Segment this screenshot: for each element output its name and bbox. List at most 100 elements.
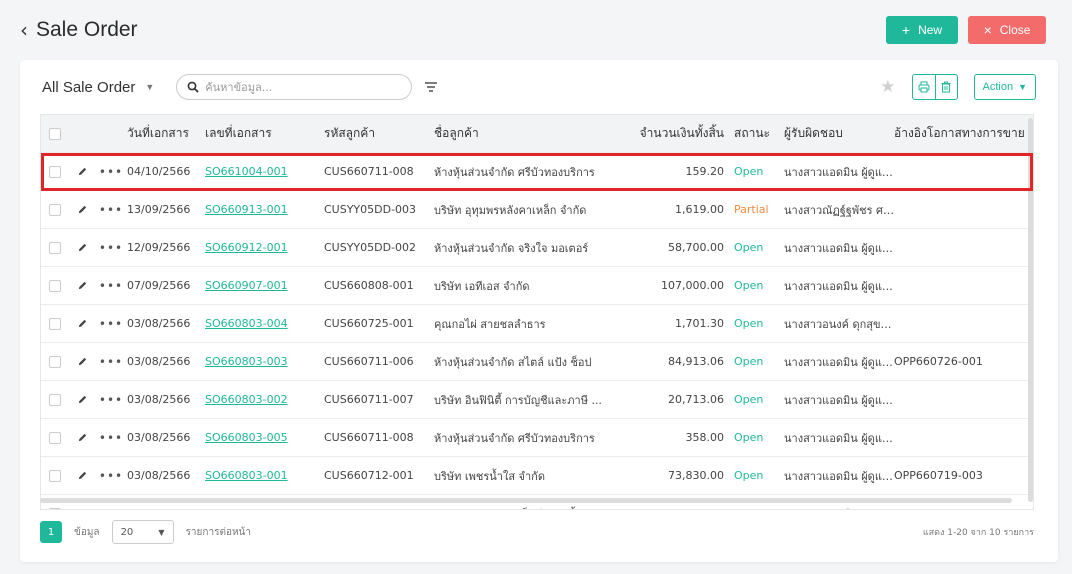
more-icon[interactable]: •••: [95, 165, 127, 179]
more-icon[interactable]: •••: [95, 317, 127, 331]
pencil-icon[interactable]: [77, 432, 88, 443]
cell-customer-name: บริษัท อินฟินิตี้ การบัญชีและภาษี ...: [434, 393, 602, 407]
cell-status: Open: [734, 469, 764, 482]
caret-down-icon: ▼: [1018, 82, 1027, 92]
row-checkbox[interactable]: [49, 241, 61, 254]
row-checkbox[interactable]: [49, 165, 61, 178]
star-icon[interactable]: ★: [880, 77, 895, 97]
pencil-icon[interactable]: [77, 394, 88, 405]
cell-owner: นางสาวแอดมิน ผู้ดูแล...: [784, 431, 894, 445]
table-row-highlighted[interactable]: ••• 04/10/2566 SO661004-001 CUS660711-008 ห้…: [41, 153, 1033, 191]
page-button-1[interactable]: 1: [40, 521, 62, 543]
table-row[interactable]: ••• 13/09/2566 SO660913-001 CUSYY05DD-003 บร…: [41, 191, 1033, 229]
view-select[interactable]: All Sale Order ▼: [42, 79, 154, 96]
close-button[interactable]: × Close: [968, 16, 1046, 44]
row-checkbox[interactable]: [49, 431, 61, 444]
icon-group: [911, 74, 958, 100]
table-row[interactable]: ••• 03/08/2566 SO660803-004 CUS660725-001 คุ…: [41, 305, 1033, 343]
column-header-customer-name[interactable]: ชื่อลูกค้า: [434, 124, 629, 143]
cell-owner: นางสาวแอดมิน ผู้ดูแล...: [784, 469, 894, 483]
chevron-left-icon[interactable]: ‹: [20, 20, 28, 40]
more-icon[interactable]: •••: [95, 241, 127, 255]
pagination-footer: 1 ข้อมูล 20 ▼ รายการต่อหน้า แสดง 1-20 จา…: [40, 518, 1034, 546]
doc-no-link[interactable]: SO660803-002: [205, 393, 288, 406]
search-icon: [187, 81, 199, 93]
pencil-icon[interactable]: [77, 280, 88, 291]
table-row[interactable]: ••• 03/08/2566 SO660803-001 CUS660712-001 บร…: [41, 457, 1033, 495]
cell-customer-code: CUSYY05DD-002: [324, 241, 417, 254]
table-row[interactable]: ••• 03/08/2566 SO660803-005 CUS660711-008 ห้…: [41, 419, 1033, 457]
more-icon[interactable]: •••: [95, 279, 127, 293]
more-icon[interactable]: •••: [95, 431, 127, 445]
more-icon[interactable]: •••: [95, 507, 127, 510]
row-checkbox-cell: [41, 355, 69, 368]
more-icon[interactable]: •••: [95, 203, 127, 217]
cell-amount: 1,701.30: [675, 317, 724, 330]
toolbar-right: ★ Action ▼: [880, 74, 1036, 100]
new-button[interactable]: + New: [886, 16, 958, 44]
action-button[interactable]: Action ▼: [973, 74, 1036, 100]
pencil-icon[interactable]: [77, 318, 88, 329]
pencil-icon[interactable]: [77, 356, 88, 367]
pencil-icon[interactable]: [77, 508, 88, 510]
doc-no-link[interactable]: SO660907-001: [205, 279, 288, 292]
more-icon[interactable]: •••: [95, 355, 127, 369]
delete-button[interactable]: [934, 75, 957, 99]
row-checkbox[interactable]: [49, 203, 61, 216]
row-checkbox[interactable]: [49, 355, 61, 368]
table-row[interactable]: ••• 03/08/2566 SO660803-002 CUS660711-007 บร…: [41, 381, 1033, 419]
pencil-icon[interactable]: [77, 470, 88, 481]
doc-no-link[interactable]: SO660802-001: [205, 507, 288, 509]
filter-icon[interactable]: [424, 81, 438, 93]
cell-status: Open: [734, 355, 764, 368]
row-checkbox[interactable]: [49, 507, 61, 509]
pencil-icon[interactable]: [77, 166, 88, 177]
doc-no-link[interactable]: SO660803-004: [205, 317, 288, 330]
header-actions: + New × Close: [886, 16, 1046, 44]
column-header-status[interactable]: สถานะ: [734, 124, 784, 143]
doc-no-link[interactable]: SO660913-001: [205, 203, 288, 216]
table-row[interactable]: ••• 07/09/2566 SO660907-001 CUS660808-001 บร…: [41, 267, 1033, 305]
cell-date: 07/09/2566: [127, 279, 191, 292]
print-icon: [918, 81, 929, 93]
column-header-date[interactable]: วันที่เอกสาร: [127, 124, 205, 143]
search-input[interactable]: [205, 80, 396, 94]
more-icon[interactable]: •••: [95, 469, 127, 483]
row-checkbox[interactable]: [49, 317, 61, 330]
table-row[interactable]: ••• 12/09/2566 SO660912-001 CUSYY05DD-002 ห้…: [41, 229, 1033, 267]
row-edit-cell: [69, 280, 95, 291]
cell-doc-no: SO660803-005: [205, 431, 324, 444]
select-all-checkbox[interactable]: [49, 127, 61, 140]
column-header-amount[interactable]: จำนวนเงินทั้งสิ้น: [629, 124, 734, 143]
doc-no-link[interactable]: SO660803-003: [205, 355, 288, 368]
cell-customer-name: ห้างหุ้นส่วนจำกัด ศรีบัวทองบริการ: [434, 165, 595, 179]
row-checkbox[interactable]: [49, 469, 61, 482]
cell-doc-no: SO660803-003: [205, 355, 324, 368]
cell-amount: 84,913.06: [668, 355, 724, 368]
search-box[interactable]: [176, 74, 413, 100]
doc-no-link[interactable]: SO661004-001: [205, 165, 288, 178]
column-header-opportunity[interactable]: อ้างอิงโอกาสทางการขาย: [894, 124, 1033, 143]
doc-no-link[interactable]: SO660803-005: [205, 431, 288, 444]
row-edit-cell: [69, 356, 95, 367]
column-header-customer-code[interactable]: รหัสลูกค้า: [324, 124, 434, 143]
column-header-owner[interactable]: ผู้รับผิดชอบ: [784, 124, 894, 143]
row-checkbox[interactable]: [49, 279, 61, 292]
doc-no-link[interactable]: SO660912-001: [205, 241, 288, 254]
doc-no-link[interactable]: SO660803-001: [205, 469, 288, 482]
row-edit-cell: [69, 508, 95, 510]
cell-owner: นางสาวอนงค์ ดุกสุขแ...: [784, 317, 894, 331]
cell-customer-name: บริษัท เอทีเอส จำกัด: [434, 279, 530, 293]
row-checkbox-cell: [41, 507, 69, 509]
column-header-doc-no[interactable]: เลขที่เอกสาร: [205, 124, 324, 143]
horizontal-scrollbar[interactable]: [40, 498, 1012, 503]
per-page-select[interactable]: 20 ▼: [111, 520, 174, 544]
pencil-icon[interactable]: [77, 204, 88, 215]
print-button[interactable]: [913, 75, 935, 99]
cell-customer-code: CUS660711-006: [324, 355, 414, 368]
more-icon[interactable]: •••: [95, 393, 127, 407]
pencil-icon[interactable]: [77, 242, 88, 253]
row-checkbox[interactable]: [49, 393, 61, 406]
table-row[interactable]: ••• 03/08/2566 SO660803-003 CUS660711-006 ห้…: [41, 343, 1033, 381]
cell-customer-code: CUS660725-001: [324, 317, 414, 330]
